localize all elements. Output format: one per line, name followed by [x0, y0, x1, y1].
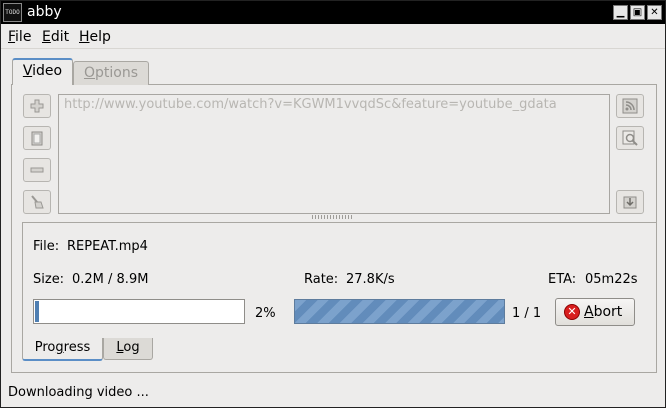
file-progress-percent: 2% [255, 306, 276, 321]
menu-help[interactable]: Help [79, 29, 111, 45]
rate-value: 27.8K/s [346, 272, 395, 287]
broom-icon [31, 195, 44, 209]
paste-url-button[interactable] [23, 126, 51, 150]
minimize-button[interactable]: ▁ [613, 5, 628, 20]
rate-label: Rate: [304, 272, 339, 287]
file-label: File: [33, 239, 60, 254]
tab-log[interactable]: Log [103, 338, 153, 360]
main-window: TODO abby ▁ ▣ ✕ File Edit Help Video Opt… [0, 0, 666, 408]
size-label: Size: [33, 272, 65, 287]
search-button[interactable] [616, 126, 644, 150]
url-list[interactable]: http://www.youtube.com/watch?v=KGWM1vvqd… [58, 94, 610, 214]
file-name: REPEAT.mp4 [67, 239, 148, 254]
eta-label: ETA: [548, 272, 577, 287]
clear-urls-button[interactable] [23, 190, 51, 214]
queue-count: 1 / 1 [512, 306, 542, 321]
import-icon [623, 196, 637, 209]
remove-icon [30, 167, 44, 173]
size-value: 0.2M / 8.9M [72, 272, 149, 287]
file-progress-bar [33, 299, 245, 324]
maximize-button[interactable]: ▣ [630, 5, 645, 20]
splitter-handle[interactable] [312, 215, 352, 219]
rss-button[interactable] [616, 94, 644, 118]
file-progress-fill [35, 301, 40, 322]
close-button[interactable]: ✕ [647, 5, 662, 20]
tab-progress[interactable]: Progress [22, 338, 103, 361]
remove-url-button[interactable] [23, 158, 51, 182]
import-button[interactable] [616, 190, 644, 214]
menu-bar: File Edit Help [1, 25, 665, 49]
menu-edit[interactable]: Edit [42, 29, 69, 45]
tab-video[interactable]: Video [12, 58, 73, 85]
add-icon [30, 99, 44, 113]
stop-icon: ✕ [564, 304, 580, 320]
url-list-item[interactable]: http://www.youtube.com/watch?v=KGWM1vvqd… [64, 97, 557, 112]
eta-value: 05m22s [585, 272, 638, 287]
abort-button[interactable]: ✕ Abort [555, 298, 635, 326]
rss-icon [622, 98, 638, 114]
window-title: abby [27, 4, 62, 20]
app-icon: TODO [3, 3, 22, 22]
queue-progress-bar [294, 299, 505, 324]
menu-file[interactable]: File [8, 29, 31, 45]
tab-options[interactable]: Options [73, 61, 149, 85]
status-bar: Downloading video ... [8, 385, 149, 400]
add-url-button[interactable] [23, 94, 51, 118]
search-icon [622, 130, 638, 146]
title-bar[interactable]: TODO abby ▁ ▣ ✕ [1, 1, 665, 24]
clipboard-icon [31, 131, 43, 146]
queue-progress-fill [295, 300, 504, 323]
